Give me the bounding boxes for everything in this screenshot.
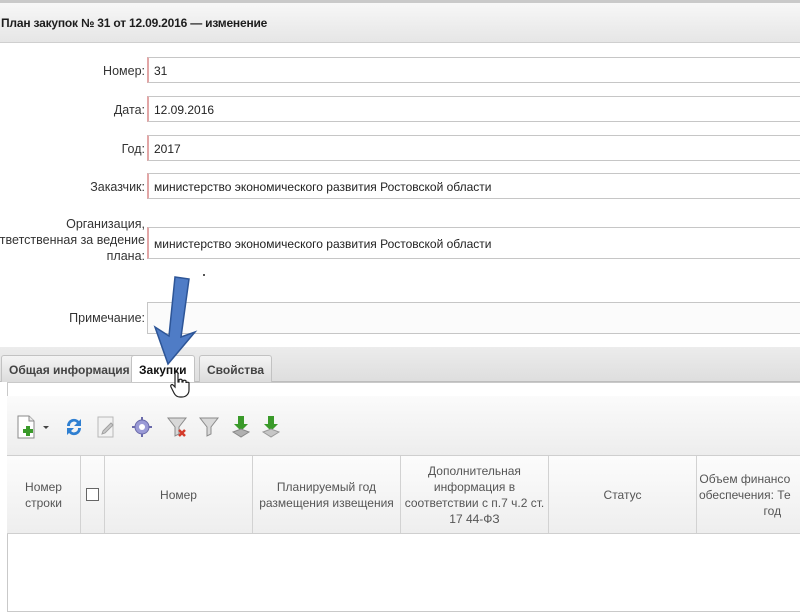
export-down-alt-icon[interactable] <box>259 414 283 440</box>
clear-filter-icon[interactable] <box>165 414 189 440</box>
date-field[interactable]: 12.09.2016 <box>147 96 800 122</box>
number-label: Номер: <box>103 64 145 78</box>
dropdown-arrow-icon[interactable] <box>40 414 52 440</box>
tab-general-info[interactable]: Общая информация <box>1 355 138 382</box>
organization-label: Организация, ответственная за ведение пл… <box>0 217 145 263</box>
number-field[interactable]: 31 <box>147 57 800 83</box>
grid-toolbar <box>7 396 800 456</box>
dialog-title: План закупок № 31 от 12.09.2016 — измене… <box>1 16 268 30</box>
year-label: Год: <box>121 142 145 156</box>
column-header-select-all[interactable] <box>81 456 105 533</box>
organization-field[interactable]: министерство экономического развития Рос… <box>147 227 800 259</box>
tab-properties[interactable]: Свойства <box>199 355 273 382</box>
column-header-number[interactable]: Номер <box>105 456 253 533</box>
select-all-checkbox[interactable] <box>86 488 99 501</box>
tab-strip: Общая информация Закупки Свойства <box>0 347 800 383</box>
edit-icon[interactable] <box>94 414 118 440</box>
grid-header: Номер строки Номер Планируемый год размеще… <box>7 456 800 534</box>
export-down-icon[interactable] <box>229 414 253 440</box>
note-label: Примечание: <box>69 311 145 325</box>
hand-cursor-icon <box>170 370 190 403</box>
stray-dot <box>203 274 205 276</box>
note-field[interactable] <box>147 302 800 334</box>
customer-label: Заказчик: <box>90 180 145 194</box>
column-header-planned-year[interactable]: Планируемый год размещения извещения <box>253 456 401 533</box>
date-label: Дата: <box>113 103 145 117</box>
settings-icon[interactable] <box>130 414 154 440</box>
refresh-icon[interactable] <box>62 414 86 440</box>
column-header-funding[interactable]: Объем финансо обеспечения: Те год <box>697 456 800 533</box>
column-header-status[interactable]: Статус <box>549 456 697 533</box>
dialog-title-bar: План закупок № 31 от 12.09.2016 — измене… <box>0 3 800 43</box>
column-header-row-number[interactable]: Номер строки <box>7 456 81 533</box>
column-header-additional-info[interactable]: Дополнительная информация в соответствии с… <box>401 456 549 533</box>
pointer-arrow-icon <box>150 274 200 369</box>
filter-icon[interactable] <box>197 414 221 440</box>
add-document-icon[interactable] <box>15 414 39 440</box>
year-field[interactable]: 2017 <box>147 135 800 161</box>
customer-field[interactable]: министерство экономического развития Рос… <box>147 173 800 199</box>
